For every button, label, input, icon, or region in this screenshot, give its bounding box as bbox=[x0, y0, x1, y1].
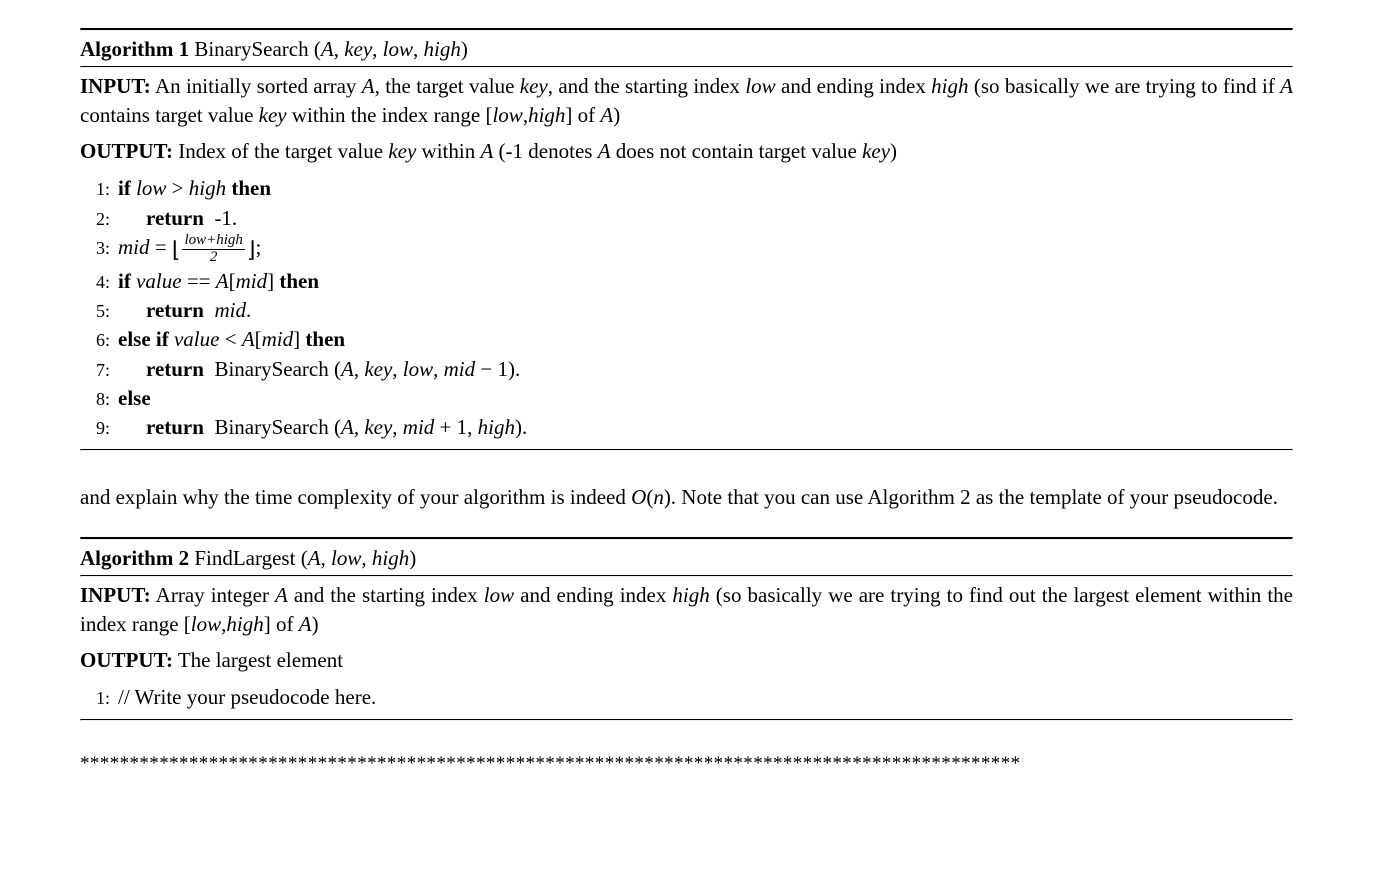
algorithm-1-box: Algorithm 1 BinarySearch (A, key, low, h… bbox=[80, 28, 1293, 451]
output-label: OUTPUT: bbox=[80, 648, 173, 672]
rule bbox=[80, 719, 1293, 721]
algo1-input: INPUT: An initially sorted array A, the … bbox=[80, 68, 1293, 133]
line-number: 5: bbox=[80, 299, 116, 323]
algo-step: 5:return mid. bbox=[80, 296, 1293, 324]
output-label: OUTPUT: bbox=[80, 139, 173, 163]
step-body: return BinarySearch (A, key, low, mid − … bbox=[116, 355, 520, 383]
algo2-output-text: The largest element bbox=[178, 648, 343, 672]
line-number: 6: bbox=[80, 328, 116, 352]
line-number: 1: bbox=[80, 686, 116, 710]
algo2-input-text: Array integer A and the starting index l… bbox=[80, 583, 1293, 635]
algo2-input: INPUT: Array integer A and the starting … bbox=[80, 577, 1293, 642]
algorithm-2-box: Algorithm 2 FindLargest (A, low, high) I… bbox=[80, 537, 1293, 721]
algo2-steps: 1:// Write your pseudocode here. bbox=[80, 678, 1293, 718]
line-number: 9: bbox=[80, 416, 116, 440]
algo-step: 4:if value == A[mid] then bbox=[80, 267, 1293, 295]
algo2-params: (A, low, high) bbox=[301, 546, 417, 570]
step-body: else bbox=[116, 384, 151, 412]
algo-step: 9:return BinarySearch (A, key, mid + 1, … bbox=[80, 413, 1293, 441]
step-body: mid = ⌊low+high2⌋; bbox=[116, 233, 261, 266]
algo-step: 1:if low > high then bbox=[80, 174, 1293, 202]
algo1-output: OUTPUT: Index of the target value key wi… bbox=[80, 133, 1293, 169]
algo1-params: (A, key, low, high) bbox=[314, 37, 468, 61]
algo1-title: Algorithm 1 BinarySearch (A, key, low, h… bbox=[80, 31, 1293, 66]
algo1-output-text: Index of the target value key within A (… bbox=[178, 139, 897, 163]
algo-step: 3:mid = ⌊low+high2⌋; bbox=[80, 233, 1293, 266]
step-body: if low > high then bbox=[116, 174, 271, 202]
line-number: 8: bbox=[80, 387, 116, 411]
algo-step: 6:else if value < A[mid] then bbox=[80, 325, 1293, 353]
step-body: return mid. bbox=[116, 296, 251, 324]
input-label: INPUT: bbox=[80, 583, 151, 607]
step-body: // Write your pseudocode here. bbox=[116, 683, 376, 711]
algo2-output: OUTPUT: The largest element bbox=[80, 642, 1293, 678]
line-number: 3: bbox=[80, 236, 116, 260]
inter-paragraph: and explain why the time complexity of y… bbox=[80, 483, 1293, 511]
step-body: return -1. bbox=[116, 204, 237, 232]
algo-step: 8:else bbox=[80, 384, 1293, 412]
algo-step: 7:return BinarySearch (A, key, low, mid … bbox=[80, 355, 1293, 383]
algo2-heading-label: Algorithm 2 bbox=[80, 546, 189, 570]
line-number: 7: bbox=[80, 358, 116, 382]
step-body: if value == A[mid] then bbox=[116, 267, 319, 295]
line-number: 4: bbox=[80, 270, 116, 294]
algo2-name: FindLargest bbox=[194, 546, 295, 570]
algo1-name: BinarySearch bbox=[194, 37, 308, 61]
separator-stars: ****************************************… bbox=[80, 751, 1293, 777]
line-number: 1: bbox=[80, 177, 116, 201]
input-label: INPUT: bbox=[80, 74, 151, 98]
algo2-title: Algorithm 2 FindLargest (A, low, high) bbox=[80, 540, 1293, 575]
step-body: else if value < A[mid] then bbox=[116, 325, 345, 353]
algo1-heading-label: Algorithm 1 bbox=[80, 37, 189, 61]
rule bbox=[80, 449, 1293, 451]
algo1-steps: 1:if low > high then2:return -1.3:mid = … bbox=[80, 169, 1293, 448]
algo-step: 2:return -1. bbox=[80, 204, 1293, 232]
algo1-input-text: An initially sorted array A, the target … bbox=[80, 74, 1293, 126]
algo-step: 1:// Write your pseudocode here. bbox=[80, 683, 1293, 711]
step-body: return BinarySearch (A, key, mid + 1, hi… bbox=[116, 413, 527, 441]
line-number: 2: bbox=[80, 207, 116, 231]
